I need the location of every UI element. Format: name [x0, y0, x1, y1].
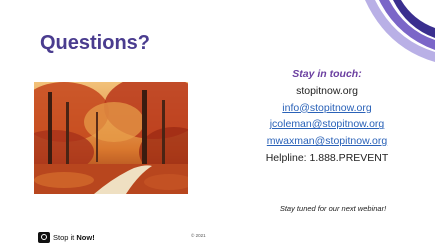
slide-title: Questions?	[40, 32, 151, 54]
stop-it-now-logo: Stop it Now!	[38, 231, 95, 243]
autumn-forest-photo	[34, 82, 188, 194]
slide: Questions? Stay in touch: stopitnow.org …	[0, 0, 435, 250]
email-link-mwaxman[interactable]: mwaxman@stopitnow.org	[232, 133, 422, 150]
copyright-text: © 2021	[191, 233, 206, 238]
contact-heading: Stay in touch:	[292, 68, 362, 80]
logo-mark-icon	[38, 231, 50, 243]
helpline-text: Helpline: 1.888.PREVENT	[265, 151, 389, 164]
contact-block: Stay in touch: stopitnow.org info@stopit…	[232, 66, 422, 167]
logo-text-bold: Now!	[76, 232, 95, 242]
logo-text: Stop it Now!	[53, 233, 95, 242]
logo-text-prefix: Stop it	[53, 232, 77, 242]
website-text: stopitnow.org	[296, 84, 358, 97]
decorative-swoosh	[365, 0, 435, 62]
email-link-jcoleman[interactable]: jcoleman@stopitnow.org	[232, 116, 422, 133]
webinar-tagline: Stay tuned for our next webinar!	[279, 204, 387, 213]
email-link-info[interactable]: info@stopitnow.org	[232, 100, 422, 117]
